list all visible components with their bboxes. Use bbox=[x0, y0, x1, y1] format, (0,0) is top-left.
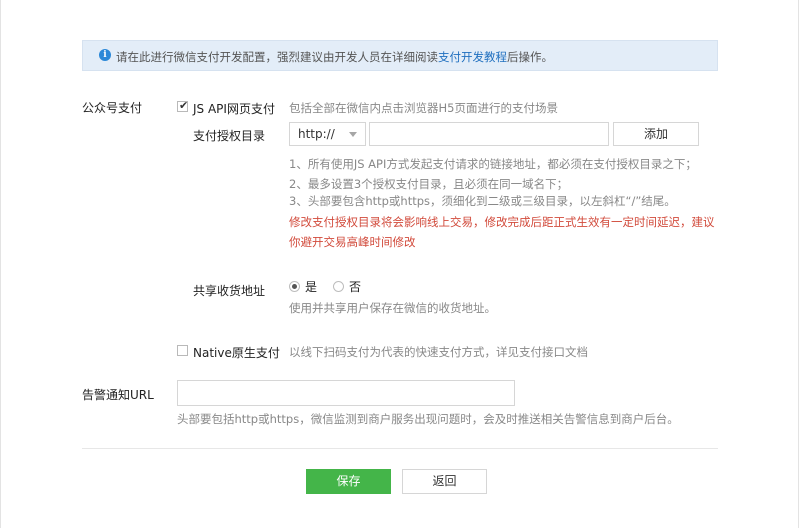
radio-selected-dot bbox=[292, 284, 297, 289]
protocol-select-value: http:// bbox=[298, 127, 335, 141]
native-pay-checkbox[interactable] bbox=[177, 345, 188, 356]
share-address-no-radio[interactable] bbox=[333, 281, 344, 292]
add-auth-dir-button[interactable]: 添加 bbox=[613, 122, 699, 146]
jsapi-checkbox[interactable]: ✔ bbox=[177, 99, 189, 112]
frame-border-left bbox=[0, 0, 1, 528]
notice-message: 请在此进行微信支付开发配置，强烈建议由开发人员在详细阅读 bbox=[116, 50, 438, 64]
share-address-description: 使用并共享用户保存在微信的收货地址。 bbox=[289, 301, 496, 315]
share-address-yes-radio[interactable] bbox=[289, 281, 300, 292]
rule-1: 1、所有使用JS API方式发起支付请求的链接地址，都必须在支付授权目录之下； bbox=[289, 157, 697, 171]
auth-dir-warning: 修改支付授权目录将会影响线上交易，修改完成后距正式生效有一定时间延迟，建议你避开… bbox=[289, 215, 715, 249]
back-button[interactable]: 返回 bbox=[402, 469, 487, 494]
notice-suffix: 后操作。 bbox=[507, 50, 553, 64]
alert-url-input[interactable] bbox=[177, 380, 515, 406]
jsapi-description: 包括全部在微信内点击浏览器H5页面进行的支付场景 bbox=[289, 101, 558, 115]
notice-text: 请在此进行微信支付开发配置，强烈建议由开发人员在详细阅读支付开发教程后操作。 bbox=[116, 49, 553, 65]
share-address-yes-label[interactable]: 是 bbox=[305, 278, 317, 295]
rule-2: 2、最多设置3个授权支付目录，且必须在同一域名下； bbox=[289, 177, 569, 191]
native-pay-description: 以线下扫码支付为代表的快速支付方式，详见支付接口文档 bbox=[289, 345, 588, 359]
dev-tutorial-link[interactable]: 支付开发教程 bbox=[438, 50, 507, 64]
auth-dir-label: 支付授权目录 bbox=[193, 129, 266, 143]
auth-dir-url-input[interactable] bbox=[369, 122, 609, 146]
alert-url-label: 告警通知URL bbox=[82, 388, 154, 402]
frame-border-right bbox=[798, 0, 799, 528]
save-button[interactable]: 保存 bbox=[306, 469, 391, 494]
divider bbox=[82, 448, 718, 449]
share-address-no-label[interactable]: 否 bbox=[349, 278, 361, 295]
rule-3: 3、头部要包含http或https，须细化到二级或三级目录，以左斜杠“/”结尾。 bbox=[289, 194, 676, 208]
public-pay-section-label: 公众号支付 bbox=[82, 101, 143, 115]
chevron-down-icon bbox=[349, 132, 357, 137]
share-address-label: 共享收货地址 bbox=[193, 284, 266, 298]
alert-url-hint: 头部要包括http或https，微信监测到商户服务出现问题时，会及时推送相关告警… bbox=[177, 412, 679, 426]
checkmark-icon: ✔ bbox=[179, 99, 189, 112]
protocol-select[interactable]: http:// bbox=[289, 122, 366, 146]
notice-banner: i 请在此进行微信支付开发配置，强烈建议由开发人员在详细阅读支付开发教程后操作。 bbox=[82, 40, 718, 71]
jsapi-label[interactable]: JS API网页支付 bbox=[193, 100, 275, 117]
info-icon: i bbox=[99, 49, 111, 61]
native-pay-label[interactable]: Native原生支付 bbox=[193, 344, 280, 361]
